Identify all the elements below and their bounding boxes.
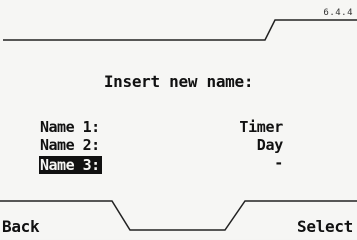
name-1-label[interactable]: Name 1:	[40, 118, 100, 136]
device-screen: 6.4.4 Insert new name: Name 1: Timer Nam…	[0, 0, 357, 239]
select-softkey[interactable]: Select	[297, 217, 353, 236]
name-3-label-selected[interactable]: Name 3:	[39, 156, 102, 174]
dialog-title: Insert new name:	[103, 72, 254, 91]
header-divider-line	[3, 19, 357, 41]
name-2-label[interactable]: Name 2:	[40, 136, 100, 154]
name-1-value: Timer	[239, 118, 283, 136]
name-3-value: -	[274, 154, 283, 172]
name-2-value: Day	[256, 136, 284, 154]
version-number: 6.4.4	[323, 8, 353, 18]
back-softkey[interactable]: Back	[2, 217, 40, 236]
